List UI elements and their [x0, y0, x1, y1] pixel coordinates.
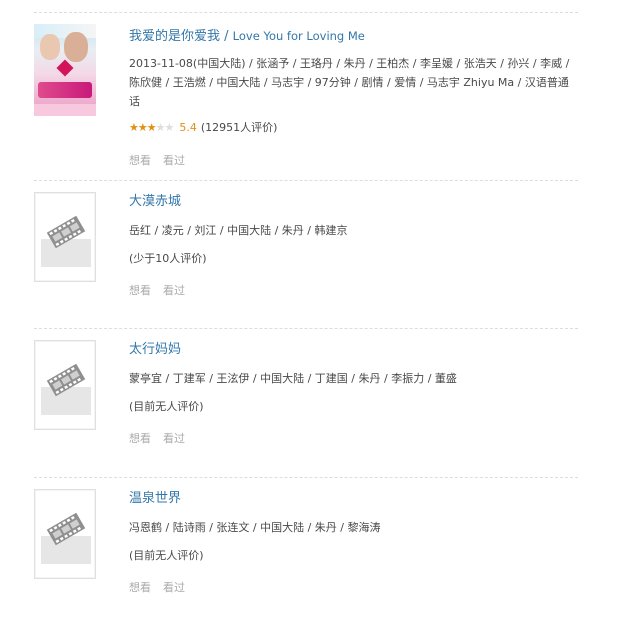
movie-meta: 2013-11-08(中国大陆) / 张涵予 / 王珞丹 / 朱丹 / 王柏杰 … [129, 57, 570, 108]
movie-item: 大漠赤城 岳红 / 凌元 / 刘江 / 中国大陆 / 朱丹 / 韩建京 (少于1… [34, 180, 578, 320]
rating-count: (目前无人评价) [129, 400, 204, 413]
watched-link[interactable]: 看过 [163, 581, 185, 594]
want-to-watch-link[interactable]: 想看 [129, 432, 151, 445]
divider [34, 12, 578, 13]
movie-poster[interactable] [34, 24, 96, 116]
film-reel-placeholder-icon [46, 363, 86, 397]
want-to-watch-link[interactable]: 想看 [129, 284, 151, 297]
want-to-watch-link[interactable]: 想看 [129, 581, 151, 594]
movie-title-link[interactable]: 温泉世界 [129, 491, 578, 507]
movie-meta: 蒙亭宜 / 丁建军 / 王泫伊 / 中国大陆 / 丁建国 / 朱丹 / 李振力 … [129, 372, 457, 385]
movie-meta: 冯恩鹤 / 陆诗雨 / 张连文 / 中国大陆 / 朱丹 / 黎海涛 [129, 521, 381, 534]
film-reel-placeholder-icon [46, 512, 86, 546]
film-reel-placeholder-icon [46, 215, 86, 249]
movie-title-link[interactable]: 太行妈妈 [129, 342, 578, 358]
watched-link[interactable]: 看过 [163, 432, 185, 445]
movie-item: 太行妈妈 蒙亭宜 / 丁建军 / 王泫伊 / 中国大陆 / 丁建国 / 朱丹 /… [34, 328, 578, 468]
movie-item: 温泉世界 冯恩鹤 / 陆诗雨 / 张连文 / 中国大陆 / 朱丹 / 黎海涛 (… [34, 477, 578, 617]
watched-link[interactable]: 看过 [163, 284, 185, 297]
divider [34, 328, 578, 329]
rating-count: (12951人评价) [200, 121, 278, 134]
divider [34, 477, 578, 478]
divider [34, 180, 578, 181]
rating-count: (少于10人评价) [129, 252, 207, 265]
watched-link[interactable]: 看过 [163, 154, 185, 167]
rating-score: 5.4 [179, 121, 197, 134]
poster-placeholder[interactable] [34, 192, 96, 282]
want-to-watch-link[interactable]: 想看 [129, 154, 151, 167]
poster-placeholder[interactable] [34, 489, 96, 579]
movie-title-link[interactable]: 我爱的是你爱我 / Love You for Loving Me [129, 28, 578, 45]
rating-row: ★★★★★ 5.4 (12951人评价) [129, 120, 578, 136]
movie-meta: 岳红 / 凌元 / 刘江 / 中国大陆 / 朱丹 / 韩建京 [129, 224, 348, 237]
movie-title-link[interactable]: 大漠赤城 [129, 194, 578, 210]
poster-placeholder[interactable] [34, 340, 96, 430]
rating-count: (目前无人评价) [129, 549, 204, 562]
rating-stars: ★★★★★ [129, 121, 174, 134]
movie-item: 我爱的是你爱我 / Love You for Loving Me 2013-11… [34, 12, 578, 167]
